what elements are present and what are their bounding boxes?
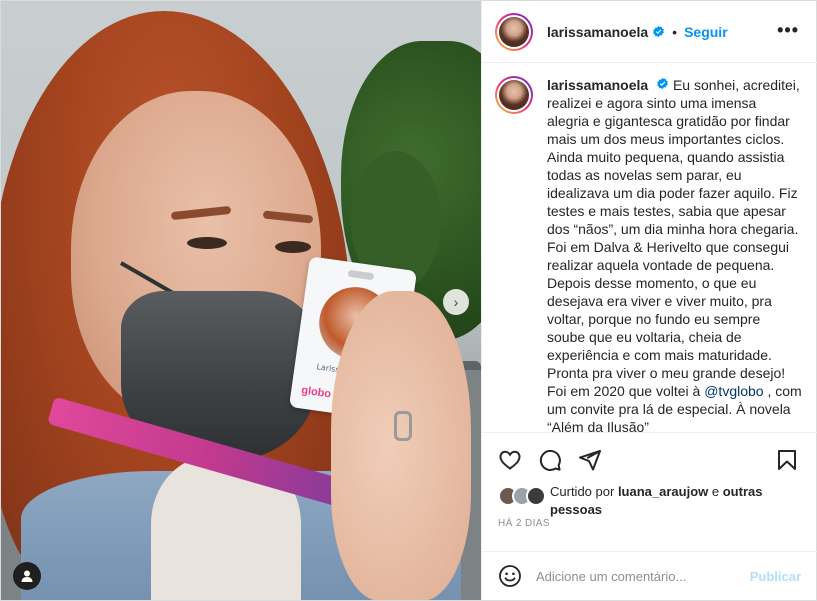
- publish-button[interactable]: Publicar: [750, 569, 801, 584]
- badge-logo: globo: [300, 384, 332, 401]
- mention-link[interactable]: @tvglobo: [704, 383, 763, 399]
- liked-by-connector: e: [711, 484, 720, 499]
- caption-body: Eu sonhei, acreditei, realizei e agora s…: [547, 77, 800, 399]
- separator-dot: •: [672, 23, 678, 40]
- liked-by-user[interactable]: luana_araujow: [618, 484, 708, 499]
- heart-icon[interactable]: [498, 448, 522, 472]
- bookmark-icon[interactable]: [775, 448, 799, 472]
- more-options-icon[interactable]: •••: [777, 21, 799, 39]
- caption-text: larissamanoela Eu sonhei, acreditei, rea…: [547, 76, 802, 432]
- post-timestamp[interactable]: HÁ 2 DIAS: [498, 518, 550, 529]
- author-username[interactable]: larissamanoela: [547, 24, 648, 40]
- instagram-post: Larissa Manoela globo › larissamanoela •: [0, 0, 817, 601]
- tagged-users-button[interactable]: [13, 562, 41, 590]
- comment-icon[interactable]: [538, 448, 562, 472]
- avatar-image: [499, 80, 529, 110]
- caption-avatar[interactable]: [495, 76, 533, 114]
- photo-eye: [275, 241, 311, 253]
- post-photo[interactable]: Larissa Manoela globo ›: [1, 1, 481, 600]
- comment-box: Publicar: [482, 551, 817, 600]
- action-bar: [482, 432, 817, 480]
- follow-button[interactable]: Seguir: [684, 24, 728, 40]
- share-icon[interactable]: [578, 448, 602, 472]
- caption-username[interactable]: larissamanoela: [547, 77, 648, 93]
- avatar[interactable]: [495, 12, 533, 51]
- post-side-panel: larissamanoela • Seguir ••• larissamanoe…: [481, 1, 817, 600]
- caption-area: larissamanoela Eu sonhei, acreditei, rea…: [482, 64, 817, 432]
- comment-input[interactable]: [536, 568, 750, 584]
- user-icon: [21, 570, 33, 582]
- emoji-icon[interactable]: [498, 564, 522, 588]
- chevron-right-icon: ›: [453, 294, 459, 310]
- liked-by-text: Curtido por luana_araujow e outras pesso…: [550, 483, 808, 519]
- next-photo-button[interactable]: ›: [443, 289, 469, 315]
- post-header: larissamanoela • Seguir •••: [482, 1, 817, 63]
- liked-by-prefix: Curtido por: [550, 484, 615, 499]
- badge-slot: [347, 269, 375, 281]
- verified-badge-icon: [652, 25, 665, 38]
- photo-ring: [394, 411, 412, 441]
- liked-by-avatars[interactable]: [498, 483, 550, 507]
- likes-summary: Curtido por luana_araujow e outras pesso…: [498, 483, 808, 519]
- avatar-image: [499, 16, 529, 47]
- verified-badge-icon: [656, 77, 669, 90]
- avatar: [526, 486, 546, 506]
- photo-eye: [187, 237, 227, 249]
- photo-hand: [331, 291, 471, 600]
